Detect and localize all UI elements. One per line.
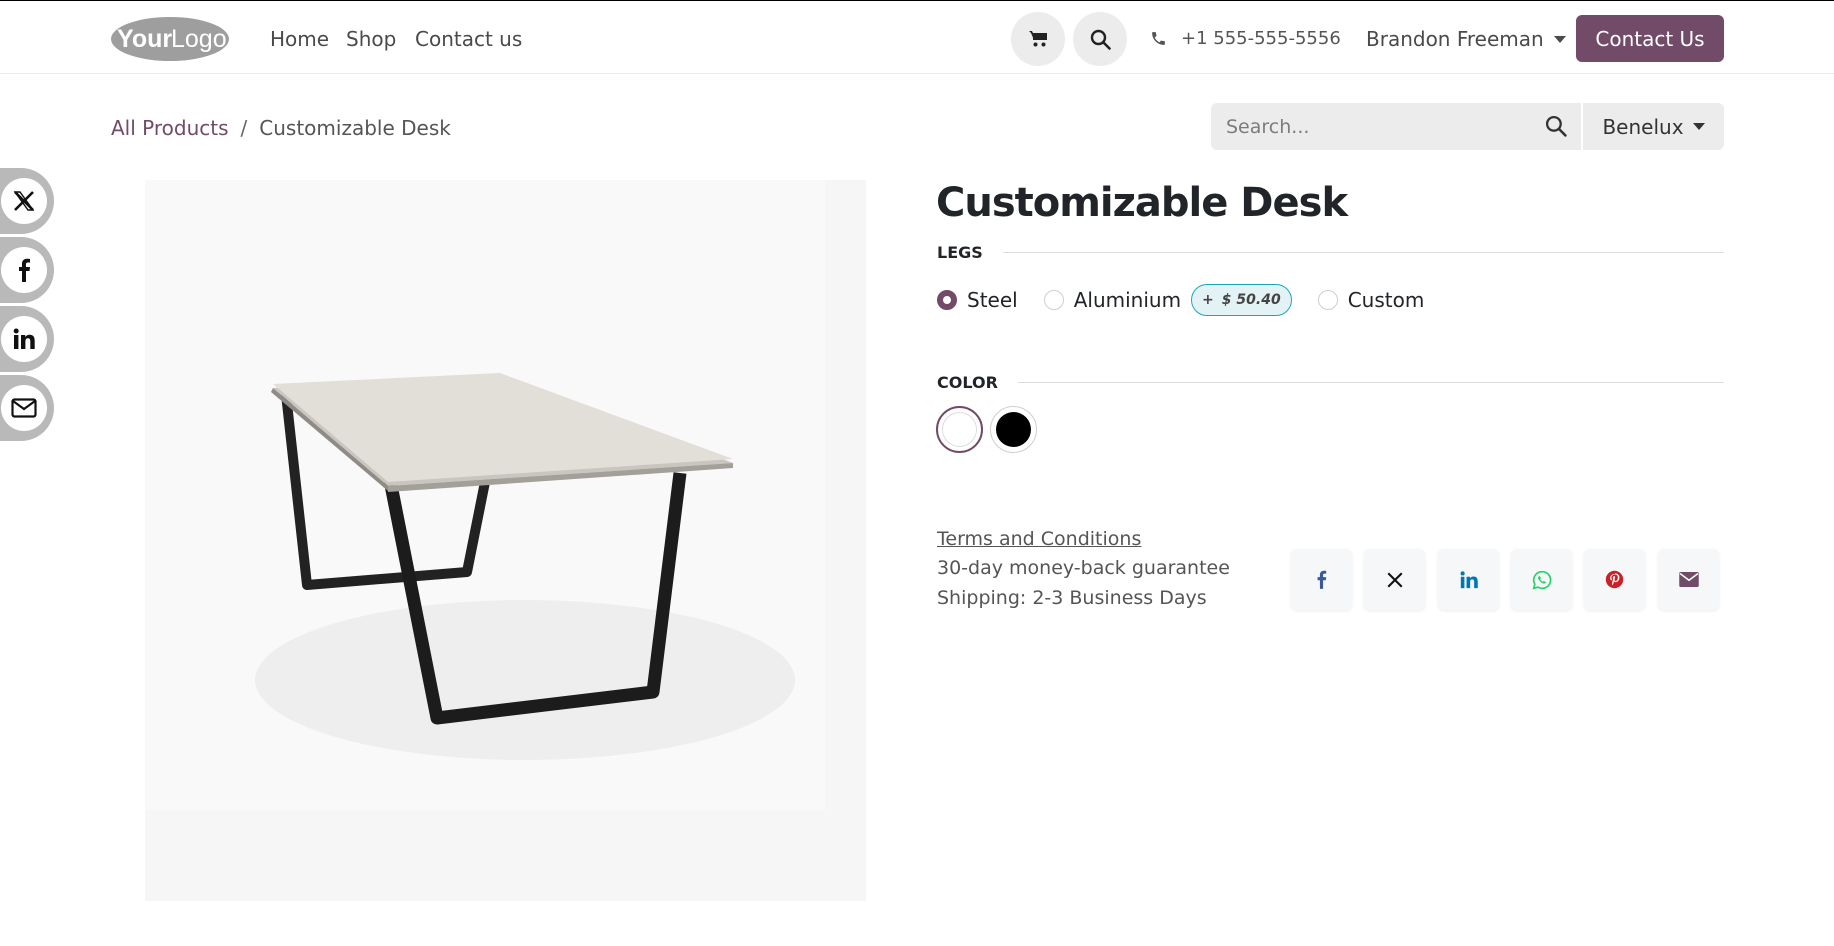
share-x-button[interactable] <box>1364 549 1425 610</box>
color-swatch-black[interactable] <box>990 406 1037 453</box>
share-whatsapp-button[interactable] <box>1511 549 1572 610</box>
rail-share-x[interactable] <box>0 168 54 234</box>
phone-link[interactable]: +1 555-555-5556 <box>1150 23 1341 53</box>
breadcrumb-separator: / <box>240 116 248 140</box>
legs-option-label: Aluminium <box>1073 288 1182 312</box>
site-logo[interactable]: Your Logo <box>110 14 231 63</box>
x-icon <box>1387 572 1402 587</box>
pricelist-dropdown[interactable]: Benelux <box>1583 103 1724 150</box>
search-submit-button[interactable] <box>1545 115 1567 141</box>
share-linkedin-button[interactable] <box>1438 549 1499 610</box>
radio-custom[interactable] <box>1317 290 1338 310</box>
phone-icon <box>1152 31 1165 45</box>
product-search-input[interactable] <box>1226 115 1526 138</box>
whatsapp-icon <box>1531 570 1551 590</box>
color-attribute-label: COLOR <box>937 373 1724 392</box>
cart-button[interactable] <box>1011 12 1065 66</box>
nav-shop[interactable]: Shop <box>346 27 396 51</box>
pinterest-icon <box>1605 570 1624 589</box>
site-header: Your Logo Home Shop Contact us +1 555-55… <box>0 1 1834 74</box>
email-icon <box>1678 572 1699 587</box>
user-menu[interactable]: Brandon Freeman <box>1366 27 1566 51</box>
pricelist-label: Benelux <box>1602 114 1684 139</box>
legs-label-text: LEGS <box>937 243 983 262</box>
rail-share-facebook[interactable] <box>0 237 54 303</box>
search-icon <box>1545 115 1567 137</box>
share-pinterest-button[interactable] <box>1584 549 1645 610</box>
color-label-text: COLOR <box>937 373 998 392</box>
user-name: Brandon Freeman <box>1366 27 1544 51</box>
terms-link[interactable]: Terms and Conditions <box>937 528 1141 550</box>
price-sign: + <box>1202 292 1214 308</box>
shipping-text: Shipping: 2-3 Business Days <box>937 587 1207 609</box>
linkedin-icon <box>13 328 35 349</box>
contact-us-button[interactable]: Contact Us <box>1576 15 1724 62</box>
nav-home[interactable]: Home <box>270 27 329 51</box>
chevron-down-icon <box>1692 123 1705 130</box>
email-icon <box>11 398 37 418</box>
divider <box>1017 382 1724 383</box>
guarantee-text: 30-day money-back guarantee <box>937 557 1230 579</box>
radio-steel[interactable] <box>937 290 957 310</box>
desk-image <box>145 180 866 901</box>
divider <box>1002 252 1724 253</box>
legs-option-custom[interactable]: Custom <box>1317 288 1425 312</box>
legs-option-label: Steel <box>967 288 1018 312</box>
svg-text:Logo: Logo <box>171 25 227 53</box>
linkedin-icon <box>1460 570 1478 588</box>
product-title: Customizable Desk <box>936 180 1348 226</box>
legs-option-steel[interactable]: Steel <box>937 288 1018 312</box>
legs-attribute-label: LEGS <box>937 243 1724 262</box>
legs-option-aluminium[interactable]: Aluminium + $ 50.40 <box>1043 284 1292 316</box>
legs-option-label: Custom <box>1347 288 1425 312</box>
chevron-down-icon <box>1553 35 1566 43</box>
radio-aluminium[interactable] <box>1043 290 1064 310</box>
cart-icon <box>1028 31 1047 47</box>
legs-options: Steel Aluminium + $ 50.40 Custom <box>937 284 1424 316</box>
color-swatch-white[interactable] <box>936 406 983 453</box>
product-search-box <box>1211 103 1581 150</box>
svg-text:Your: Your <box>117 25 172 53</box>
facebook-icon <box>19 258 30 282</box>
rail-share-linkedin[interactable] <box>0 306 54 372</box>
share-email-button[interactable] <box>1658 549 1719 610</box>
header-search-button[interactable] <box>1073 12 1127 66</box>
breadcrumb-current: Customizable Desk <box>259 116 451 140</box>
x-icon <box>13 191 35 211</box>
extra-price-badge: + $ 50.40 <box>1191 284 1292 316</box>
share-facebook-button[interactable] <box>1291 549 1352 610</box>
breadcrumb: All Products / Customizable Desk <box>111 116 451 140</box>
phone-number: +1 555-555-5556 <box>1181 27 1341 49</box>
price-value: $ 50.40 <box>1221 292 1281 308</box>
rail-share-email[interactable] <box>0 375 54 441</box>
search-icon <box>1090 29 1111 50</box>
facebook-icon <box>1317 570 1327 589</box>
breadcrumb-all-products[interactable]: All Products <box>111 116 229 140</box>
product-image[interactable] <box>145 180 866 901</box>
nav-contact[interactable]: Contact us <box>415 27 522 51</box>
